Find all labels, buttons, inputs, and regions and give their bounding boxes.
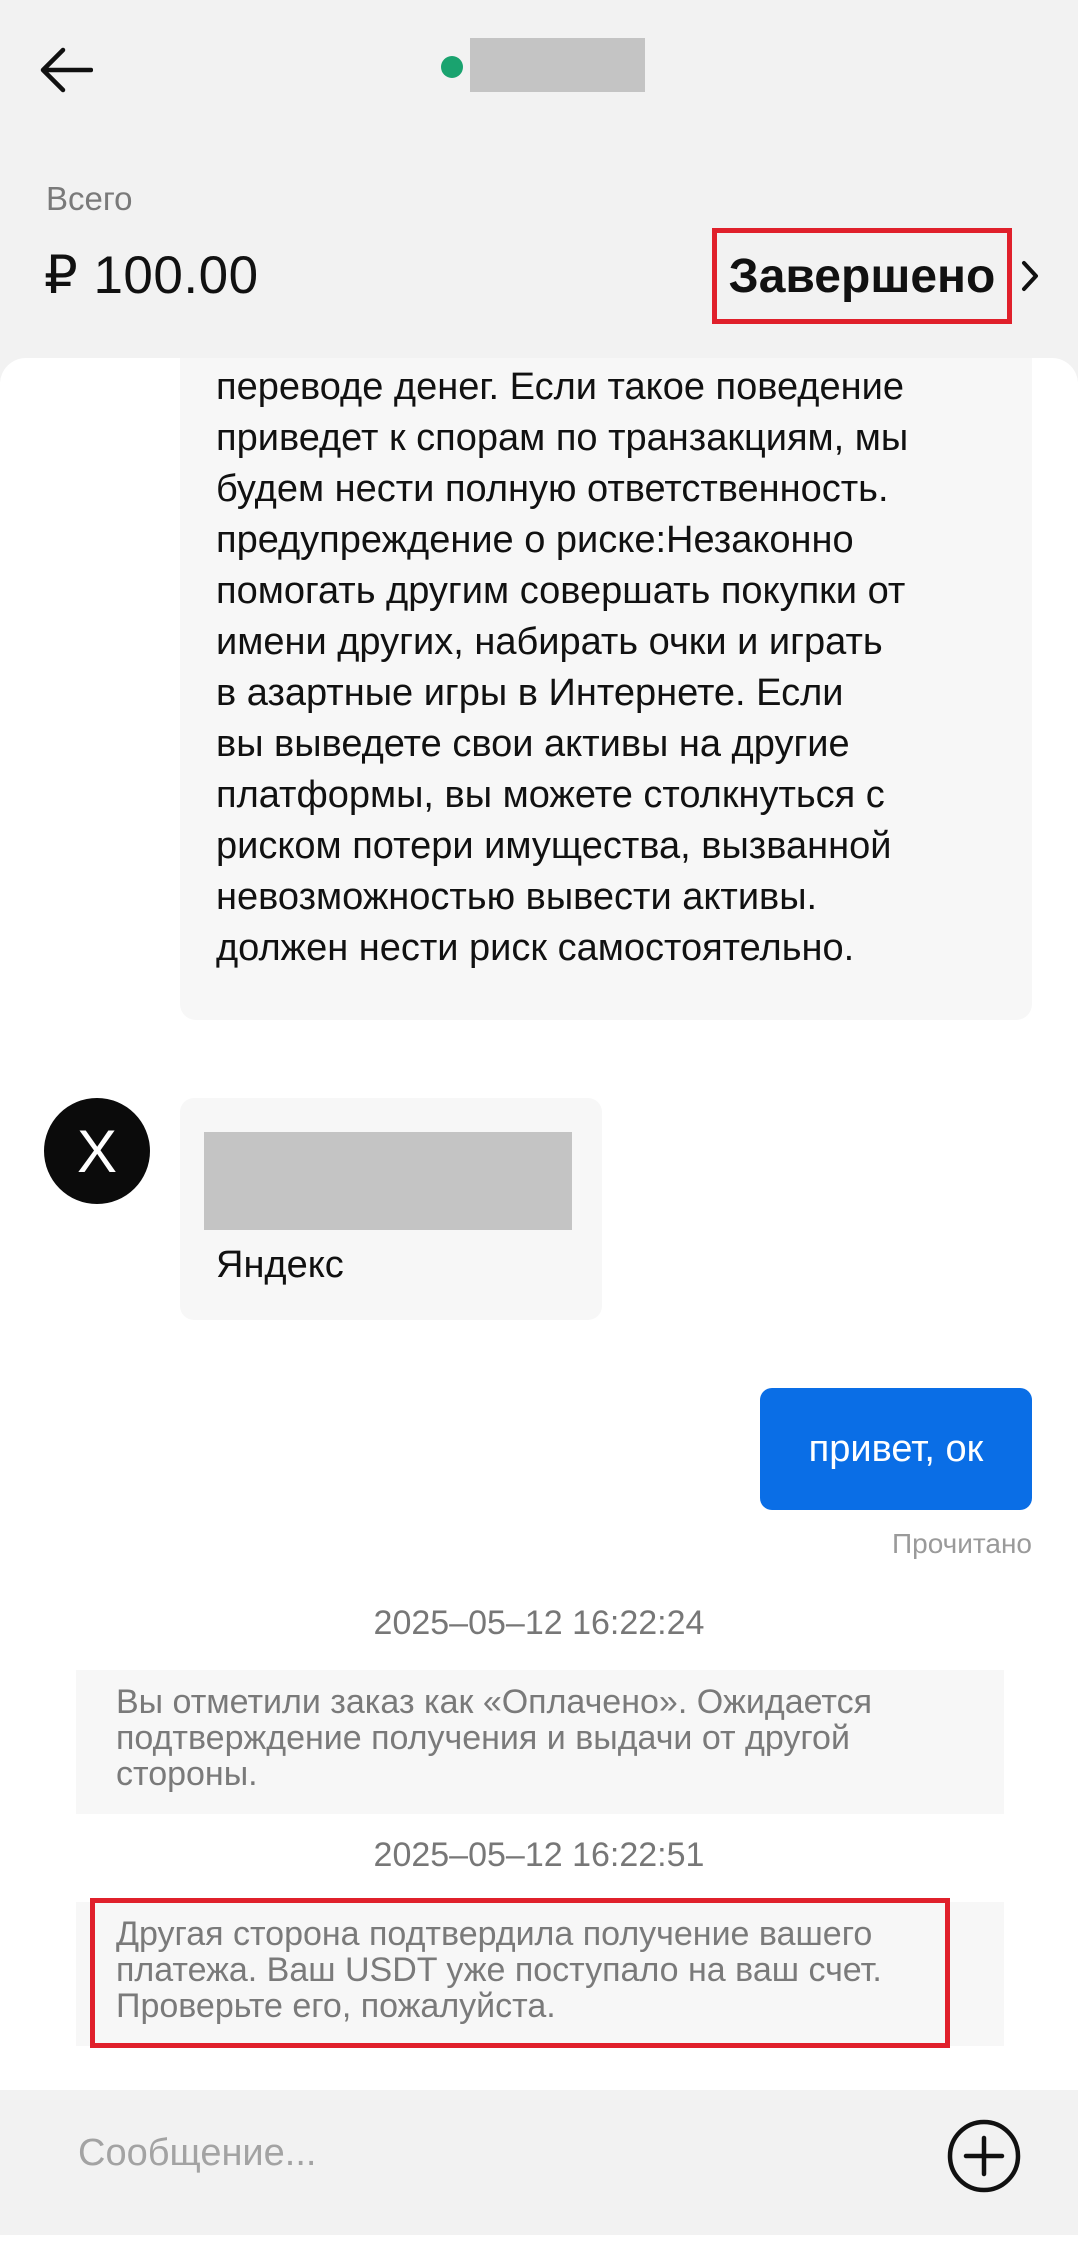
- bottom-safe-area: [0, 2235, 1078, 2263]
- system-message: Вы отметили заказ как «Оплачено». Ожидае…: [76, 1670, 1004, 1814]
- total-label: Всего: [46, 180, 133, 217]
- order-status-chevron[interactable]: [1015, 256, 1045, 296]
- chat-messages-area[interactable]: переводе денег. Если такое поведение при…: [0, 358, 1078, 2090]
- counterparty-name-redacted: [470, 38, 645, 92]
- add-attachment-button[interactable]: [946, 2118, 1022, 2194]
- order-status-text: Завершено: [728, 249, 996, 303]
- incoming-message-text: переводе денег. Если такое поведение при…: [216, 366, 909, 969]
- incoming-message-bubble: переводе денег. Если такое поведение при…: [180, 358, 1032, 1020]
- read-receipt: Прочитано: [892, 1528, 1032, 1559]
- message-timestamp: 2025–05–12 16:22:51: [373, 1836, 705, 1874]
- total-amount: ₽ 100.00: [44, 246, 259, 305]
- message-input[interactable]: [48, 2094, 912, 2212]
- chevron-right-icon: [1022, 261, 1038, 291]
- outgoing-message-text: привет, ок: [808, 1427, 984, 1470]
- avatar-letter: X: [76, 1117, 118, 1185]
- outgoing-message-bubble: привет, ок: [760, 1388, 1032, 1510]
- avatar[interactable]: X: [44, 1098, 150, 1204]
- online-status-dot: [441, 56, 463, 78]
- back-button[interactable]: [36, 40, 96, 100]
- order-status-link[interactable]: Завершено: [712, 228, 1012, 324]
- order-chat-screen: Всего ₽ 100.00 Завершено переводе денег.…: [0, 0, 1078, 2263]
- payment-card-message[interactable]: Яндекс: [180, 1098, 602, 1320]
- message-timestamp: 2025–05–12 16:22:24: [373, 1604, 705, 1642]
- card-details-redacted: [204, 1132, 572, 1230]
- arrow-left-icon: [40, 47, 93, 93]
- plus-circle-icon: [947, 2119, 1021, 2193]
- card-bank-name: Яндекс: [216, 1244, 344, 1286]
- system-message-highlighted: Другая сторона подтвердила получение ваш…: [76, 1902, 1004, 2046]
